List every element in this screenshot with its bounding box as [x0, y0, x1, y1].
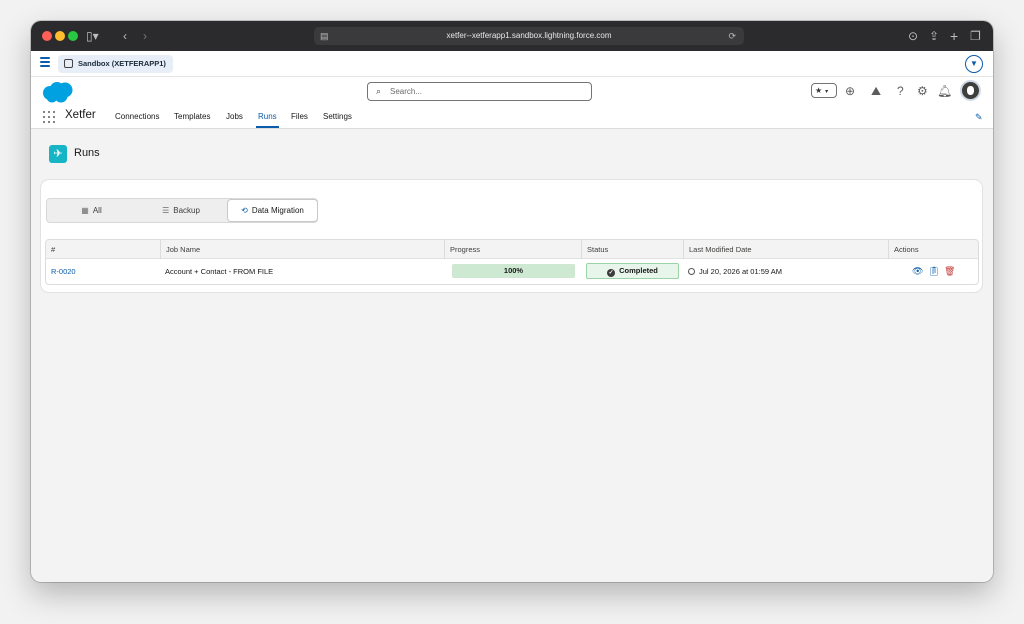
page-settings-icon[interactable]: ▤: [320, 27, 329, 45]
column-header-last-modified[interactable]: Last Modified Date: [683, 240, 888, 259]
tab-connections[interactable]: Connections: [115, 112, 159, 121]
run-type-filter: ▦ All ☰ Backup ⟲ Data Migration: [46, 198, 318, 223]
tab-jobs[interactable]: Jobs: [226, 112, 243, 121]
browser-titlebar: ▯▾ ‹ › ▤ xetfer--xetferapp1.sandbox.ligh…: [31, 21, 993, 51]
column-header-number[interactable]: #: [46, 240, 160, 259]
filter-all-label: All: [92, 206, 102, 215]
tab-files[interactable]: Files: [291, 112, 308, 121]
sandbox-bar: Sandbox (XETFERAPP1) ▼: [31, 51, 993, 77]
last-modified-cell: Jul 20, 2026 at 01:59 AM: [683, 259, 782, 284]
notifications-bell-icon[interactable]: 🔔︎: [937, 84, 952, 98]
back-icon[interactable]: ‹: [123, 27, 127, 45]
share-icon[interactable]: ⇪: [929, 27, 939, 45]
global-actions-icon[interactable]: ⊕: [845, 84, 855, 98]
clock-icon: [688, 268, 695, 275]
edit-nav-pencil-icon[interactable]: ✎: [975, 112, 983, 123]
sidebar-toggle-icon[interactable]: ▯▾: [86, 27, 99, 45]
filter-data-migration-button[interactable]: ⟲ Data Migration: [228, 200, 317, 221]
column-header-actions: Actions: [888, 240, 978, 259]
downloads-icon[interactable]: ⊙: [908, 27, 918, 45]
page-title: Runs: [74, 147, 100, 159]
hamburger-menu-icon[interactable]: [40, 57, 50, 69]
last-modified-value: Jul 20, 2026 at 01:59 AM: [699, 267, 782, 276]
browser-window: ▯▾ ‹ › ▤ xetfer--xetferapp1.sandbox.ligh…: [31, 21, 993, 582]
tab-settings[interactable]: Settings: [323, 112, 352, 121]
filter-backup-label: Backup: [173, 206, 200, 215]
help-icon[interactable]: ?: [897, 84, 904, 98]
status-badge: ✓ Completed: [586, 263, 679, 279]
sync-icon: ⟲: [241, 206, 248, 215]
column-header-job-name[interactable]: Job Name: [160, 240, 444, 259]
user-avatar[interactable]: [960, 80, 981, 101]
runs-icon: ✈: [49, 145, 67, 163]
salesforce-logo-icon[interactable]: [41, 80, 75, 104]
sandbox-icon: [64, 59, 73, 68]
runs-card: ▦ All ☰ Backup ⟲ Data Migration # Job Name …: [41, 180, 982, 292]
sandbox-badge[interactable]: Sandbox (XETFERAPP1): [58, 55, 173, 73]
trailhead-icon[interactable]: ⛰: [871, 84, 881, 98]
check-circle-icon: ✓: [607, 269, 616, 277]
global-search-input[interactable]: ⌕ Search...: [367, 82, 592, 101]
sandbox-label: Sandbox (XETFERAPP1): [78, 59, 166, 68]
new-tab-icon[interactable]: +: [950, 27, 958, 45]
forward-icon[interactable]: ›: [143, 27, 147, 45]
column-header-status[interactable]: Status: [581, 240, 683, 259]
tab-templates[interactable]: Templates: [174, 112, 210, 121]
clipboard-icon[interactable]: 📋︎: [928, 266, 939, 276]
reload-icon[interactable]: ⟳: [728, 27, 736, 45]
tab-runs[interactable]: Runs: [256, 112, 279, 128]
search-icon: ⌕: [376, 86, 382, 96]
progress-bar: 100%: [452, 264, 575, 278]
setup-gear-icon[interactable]: ⚙: [917, 84, 928, 98]
grid-icon: ▦: [81, 206, 89, 215]
chevron-down-icon: ▾: [825, 89, 829, 95]
database-icon: ☰: [162, 206, 170, 215]
filter-data-migration-label: Data Migration: [251, 206, 304, 215]
app-name: Xetfer: [65, 109, 96, 121]
global-header: ⌕ Search... ★ ▾ ⊕ ⛰ ? ⚙ 🔔︎ Xetfer Connect…: [31, 77, 993, 129]
progress-label: 100%: [503, 266, 524, 275]
tab-overview-icon[interactable]: ❐: [970, 27, 981, 45]
column-header-progress[interactable]: Progress: [444, 240, 581, 259]
table-header: # Job Name Progress Status Last Modified…: [46, 240, 978, 259]
url-text: xetfer--xetferapp1.sandbox.lightning.for…: [446, 31, 612, 40]
job-name-cell: Account + Contact - FROM FILE: [165, 267, 274, 276]
zoom-window-button[interactable]: [68, 31, 78, 41]
favorites-button[interactable]: ★ ▾: [811, 83, 837, 98]
app-launcher-icon[interactable]: [43, 111, 55, 123]
sandbox-dropdown-button[interactable]: ▼: [965, 55, 983, 73]
address-bar[interactable]: ▤ xetfer--xetferapp1.sandbox.lightning.f…: [314, 27, 744, 45]
trash-icon[interactable]: 🗑︎: [944, 266, 955, 276]
filter-all-button[interactable]: ▦ All: [48, 200, 135, 221]
star-icon: ★: [815, 86, 823, 95]
runs-table: # Job Name Progress Status Last Modified…: [45, 239, 979, 285]
search-placeholder: Search...: [390, 87, 423, 96]
close-window-button[interactable]: [42, 31, 52, 41]
run-id-link[interactable]: R-0020: [46, 259, 76, 284]
filter-backup-button[interactable]: ☰ Backup: [137, 200, 225, 221]
status-label: Completed: [619, 266, 658, 275]
view-eye-icon[interactable]: 👁︎: [912, 266, 923, 276]
minimize-window-button[interactable]: [55, 31, 65, 41]
